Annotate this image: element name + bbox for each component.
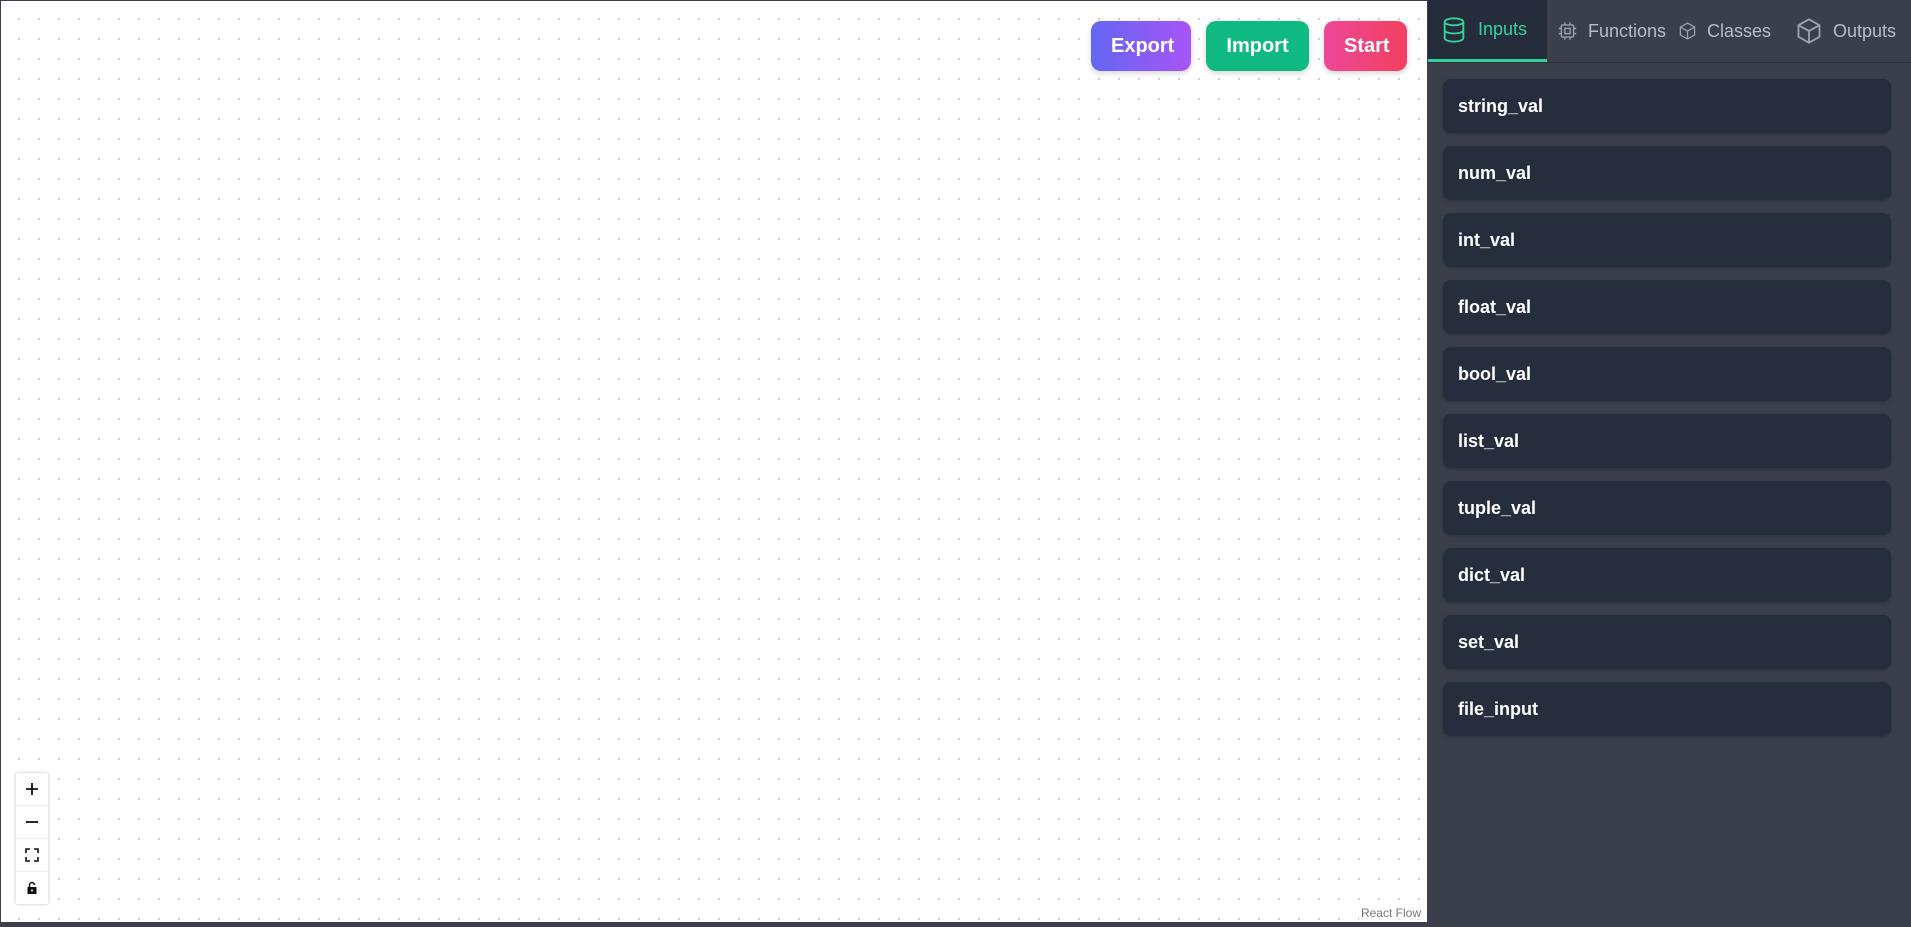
- node-list: string_val num_val int_val float_val boo…: [1428, 63, 1911, 736]
- app-root: Export Import Start React Flow Inputs Fu…: [0, 0, 1911, 927]
- node-sidebar: Inputs Functions Classes Outputs string_…: [1428, 0, 1911, 927]
- export-button[interactable]: Export: [1091, 21, 1191, 71]
- zoom-out-button[interactable]: [16, 806, 48, 839]
- list-item[interactable]: dict_val: [1443, 548, 1891, 602]
- database-icon: [1443, 16, 1465, 43]
- flow-controls: [16, 773, 48, 904]
- fit-view-button[interactable]: [16, 839, 48, 872]
- lock-icon: [27, 881, 37, 894]
- list-item[interactable]: string_val: [1443, 79, 1891, 133]
- fit-view-icon: [25, 848, 39, 862]
- cube-icon: [1797, 18, 1821, 44]
- tab-label: Inputs: [1478, 19, 1528, 39]
- minus-icon: [26, 821, 38, 823]
- tab-label: Functions: [1587, 20, 1666, 41]
- zoom-in-button[interactable]: [16, 773, 48, 806]
- list-item[interactable]: set_val: [1443, 615, 1891, 669]
- cube-icon: [1679, 22, 1696, 40]
- tab-label: Outputs: [1833, 20, 1897, 41]
- tab-inputs[interactable]: Inputs: [1428, 0, 1547, 62]
- import-button[interactable]: Import: [1206, 21, 1309, 71]
- flow-canvas[interactable]: Export Import Start React Flow: [1, 1, 1427, 922]
- list-item[interactable]: num_val: [1443, 146, 1891, 200]
- list-item[interactable]: bool_val: [1443, 347, 1891, 401]
- list-item[interactable]: file_input: [1443, 682, 1891, 736]
- sidebar-tabs: Inputs Functions Classes Outputs: [1428, 0, 1911, 63]
- tab-outputs[interactable]: Outputs: [1785, 0, 1911, 62]
- list-item[interactable]: float_val: [1443, 280, 1891, 334]
- attribution-link[interactable]: React Flow: [1358, 906, 1423, 920]
- list-item[interactable]: tuple_val: [1443, 481, 1891, 535]
- chip-icon: [1558, 22, 1577, 40]
- top-toolbar: Export Import Start: [1091, 21, 1407, 71]
- tab-label: Classes: [1706, 20, 1771, 41]
- lock-button[interactable]: [16, 872, 48, 904]
- tab-functions[interactable]: Functions: [1547, 0, 1668, 62]
- tab-classes[interactable]: Classes: [1668, 0, 1785, 62]
- list-item[interactable]: int_val: [1443, 213, 1891, 267]
- plus-icon: [26, 783, 38, 795]
- start-button[interactable]: Start: [1324, 21, 1407, 71]
- list-item[interactable]: list_val: [1443, 414, 1891, 468]
